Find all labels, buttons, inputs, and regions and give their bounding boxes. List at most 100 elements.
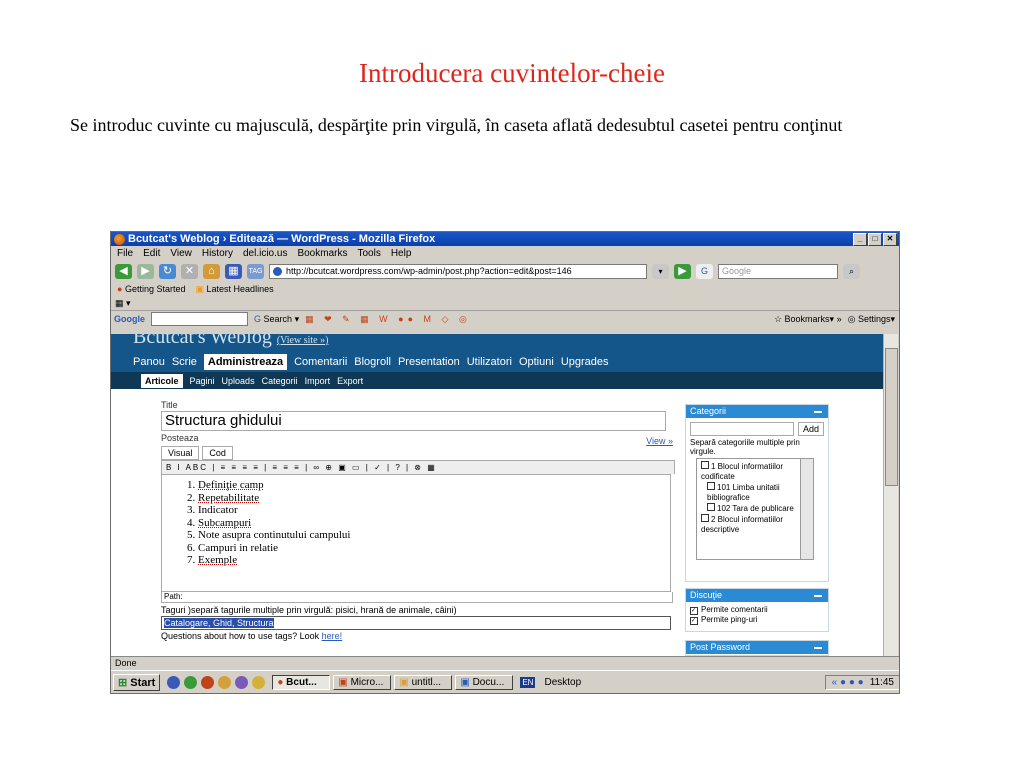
subnav-categorii[interactable]: Categorii bbox=[262, 376, 298, 386]
view-site-link[interactable]: (View site ») bbox=[277, 335, 329, 346]
quicklaunch-icon[interactable] bbox=[201, 676, 215, 689]
minimize-button[interactable]: _ bbox=[853, 232, 867, 246]
categories-header[interactable]: Categorii bbox=[686, 405, 828, 418]
menu-bookmarks[interactable]: Bookmarks bbox=[297, 248, 347, 259]
language-indicator[interactable]: EN bbox=[520, 677, 536, 688]
reload-icon[interactable]: ↻ bbox=[159, 263, 176, 279]
home-icon[interactable]: ⌂ bbox=[203, 263, 220, 279]
editor-toolbar[interactable]: B I ABC | ≡ ≡ ≡ ≡ | ≡ ≡ ≡ | ∞ ⊕ ▣ ▭ | ✓ … bbox=[161, 460, 675, 474]
quicklaunch-icon[interactable] bbox=[184, 676, 198, 689]
status-bar: Done bbox=[111, 656, 899, 670]
go-icon[interactable]: ▶ bbox=[674, 263, 691, 279]
allow-pings-checkbox[interactable]: ✓ Permite ping-uri bbox=[690, 615, 824, 625]
nav-utilizatori[interactable]: Utilizatori bbox=[467, 356, 512, 368]
subnav-export[interactable]: Export bbox=[337, 376, 363, 386]
post-password-panel: Post Password bbox=[685, 640, 829, 656]
tags-label: Taguri )separă tagurile multiple prin vi… bbox=[161, 605, 457, 615]
url-dropdown-icon[interactable]: ▾ bbox=[652, 263, 669, 279]
menu-tools[interactable]: Tools bbox=[357, 248, 380, 259]
category-input[interactable] bbox=[690, 422, 794, 436]
subnav-pagini[interactable]: Pagini bbox=[190, 376, 215, 386]
close-button[interactable]: ✕ bbox=[883, 232, 897, 246]
view-post-link[interactable]: View » bbox=[646, 436, 673, 446]
quicklaunch-icon[interactable] bbox=[218, 676, 232, 689]
nav-optiuni[interactable]: Optiuni bbox=[519, 356, 554, 368]
blog-title: Bcutcat's Weblog bbox=[133, 334, 272, 348]
add-category-button[interactable]: Add bbox=[797, 422, 824, 436]
window-controls: _ □ ✕ bbox=[853, 232, 899, 246]
search-engine-icon[interactable]: G bbox=[696, 263, 713, 279]
menu-help[interactable]: Help bbox=[391, 248, 412, 259]
discussion-header[interactable]: Discuţie bbox=[686, 589, 828, 602]
category-item[interactable]: 101 Limba unitatii bibliografice bbox=[701, 482, 809, 503]
allow-comments-checkbox[interactable]: ✓ Permite comentarii bbox=[690, 605, 824, 615]
menu-history[interactable]: History bbox=[202, 248, 233, 259]
category-item[interactable]: 102 Tara de publicare bbox=[701, 503, 809, 514]
nav-scrie[interactable]: Scrie bbox=[172, 356, 197, 368]
quicklaunch-icon[interactable] bbox=[252, 676, 266, 689]
google-toolbar-icons[interactable]: ▦ ❤ ✎ ▦ W ●● M ◇ ◎ bbox=[305, 314, 471, 325]
editor-tabs: Visual Cod bbox=[161, 446, 673, 460]
nav-blogroll[interactable]: Blogroll bbox=[354, 356, 391, 368]
category-item[interactable]: 1 Blocul informatiilor codificate bbox=[701, 461, 809, 482]
categories-scrollbar[interactable] bbox=[800, 459, 813, 559]
stop-icon[interactable]: ✕ bbox=[181, 263, 198, 279]
quicklaunch-icon[interactable] bbox=[235, 676, 249, 689]
edit-post-area: Title Structura ghidului Posteaza Visual… bbox=[147, 396, 843, 656]
search-icon[interactable]: ⌕ bbox=[843, 263, 860, 279]
tags-help: Questions about how to use tags? Look he… bbox=[161, 631, 343, 641]
google-bookmarks[interactable]: ☆ Bookmarks▾ » bbox=[774, 314, 842, 325]
menu-view[interactable]: View bbox=[170, 248, 192, 259]
search-input[interactable]: Google bbox=[718, 263, 838, 279]
post-password-header[interactable]: Post Password bbox=[686, 641, 828, 654]
menu-delicious[interactable]: del.icio.us bbox=[243, 248, 287, 259]
tab-cod[interactable]: Cod bbox=[202, 446, 233, 460]
google-toolbar: Google G Search ▾ ▦ ❤ ✎ ▦ W ●● M ◇ ◎ ☆ B… bbox=[111, 310, 899, 327]
admin-nav: Panou Scrie Administreaza Comentarii Blo… bbox=[111, 351, 883, 372]
scrollbar-thumb[interactable] bbox=[885, 348, 898, 486]
task-word[interactable]: ▣ Docu... bbox=[455, 675, 514, 690]
post-title-input[interactable]: Structura ghidului bbox=[161, 411, 666, 431]
menu-file[interactable]: File bbox=[117, 248, 133, 259]
maximize-button[interactable]: □ bbox=[868, 232, 882, 246]
subnav-uploads[interactable]: Uploads bbox=[222, 376, 255, 386]
url-input[interactable]: http://bcutcat.wordpress.com/wp-admin/po… bbox=[269, 263, 647, 279]
nav-presentation[interactable]: Presentation bbox=[398, 356, 460, 368]
post-label: Posteaza bbox=[161, 433, 199, 443]
back-icon[interactable]: ◀ bbox=[115, 263, 132, 279]
list-item: Subcampuri bbox=[198, 517, 670, 530]
task-powerpoint[interactable]: ▣ Micro... bbox=[333, 675, 392, 690]
desktop-toolbar[interactable]: Desktop bbox=[544, 677, 581, 688]
quicklaunch-icon[interactable] bbox=[167, 676, 181, 689]
tags-input[interactable]: Catalogare, Ghid, Structura bbox=[161, 616, 671, 630]
tags-help-link[interactable]: here! bbox=[322, 631, 343, 641]
tray-icons[interactable]: « ● ● ● bbox=[832, 677, 864, 688]
forward-icon[interactable]: ▶ bbox=[137, 263, 154, 279]
toolbar-grid-icon[interactable]: ▦ ▾ bbox=[115, 298, 131, 308]
window-titlebar: Bcutcat's Weblog › Editează — WordPress … bbox=[111, 232, 899, 246]
tab-visual[interactable]: Visual bbox=[161, 446, 200, 460]
subnav-articole[interactable]: Articole bbox=[141, 373, 183, 388]
bookmark-page-icon[interactable]: ▦ bbox=[225, 263, 242, 279]
nav-comentarii[interactable]: Comentarii bbox=[294, 356, 347, 368]
page-scrollbar[interactable] bbox=[883, 334, 898, 656]
nav-administreaza[interactable]: Administreaza bbox=[203, 353, 288, 370]
start-button[interactable]: ⊞ Start bbox=[113, 674, 161, 691]
slide-title: Introducera cuvintelor-cheie bbox=[358, 58, 666, 88]
task-paint[interactable]: ▣ untitl... bbox=[394, 675, 453, 690]
editor-path: Path: bbox=[161, 592, 673, 603]
menu-edit[interactable]: Edit bbox=[143, 248, 160, 259]
nav-panou[interactable]: Panou bbox=[133, 356, 165, 368]
subnav-import[interactable]: Import bbox=[305, 376, 331, 386]
category-item[interactable]: 2 Blocul informatiilor descriptive bbox=[701, 514, 809, 535]
google-search-button[interactable]: G Search ▾ bbox=[254, 314, 299, 325]
task-firefox[interactable]: ● Bcut... bbox=[272, 675, 331, 690]
tag-icon[interactable]: TAG bbox=[247, 263, 264, 279]
google-search-input[interactable] bbox=[151, 312, 248, 326]
window-title: Bcutcat's Weblog › Editează — WordPress … bbox=[128, 233, 436, 245]
bookmark-getting-started[interactable]: ● Getting Started bbox=[117, 284, 186, 294]
content-editor[interactable]: Definiţie camp Repetabilitate Indicator … bbox=[161, 474, 671, 592]
nav-upgrades[interactable]: Upgrades bbox=[561, 356, 609, 368]
google-settings[interactable]: ◎ Settings▾ bbox=[848, 314, 899, 325]
bookmark-latest-headlines[interactable]: ▣ Latest Headlines bbox=[196, 284, 274, 295]
